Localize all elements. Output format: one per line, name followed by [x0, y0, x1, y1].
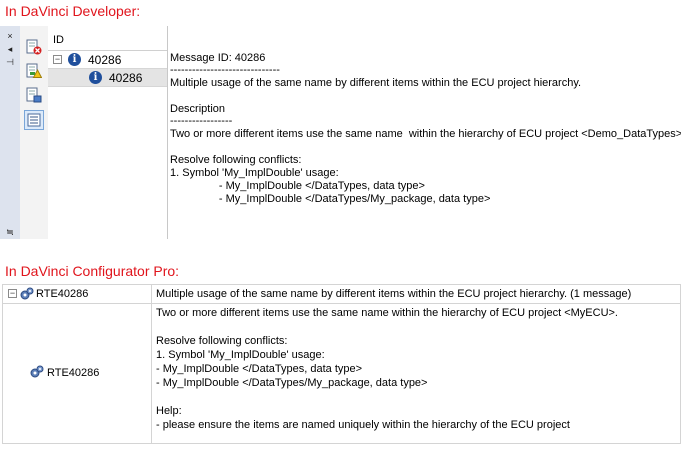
- child-resolve-heading: Resolve following conflicts:: [156, 335, 288, 347]
- detail-summary: Multiple usage of the same name by diffe…: [170, 77, 582, 89]
- detail-separator: -----------------: [170, 115, 233, 127]
- tree-node-parent[interactable]: − i 40286: [48, 51, 167, 68]
- detail-resolve-heading: Resolve following conflicts:: [170, 154, 302, 166]
- tree-node-child[interactable]: i 40286: [48, 68, 167, 87]
- pin-pane-icon[interactable]: ⊣: [0, 56, 20, 68]
- child-conflict: 1. Symbol 'My_ImplDouble' usage:: [156, 349, 325, 361]
- report-error-icon[interactable]: [26, 39, 42, 55]
- child-description: Two or more different items use the same…: [156, 307, 618, 319]
- tree-node-label: 40286: [109, 71, 143, 85]
- detail-description: Two or more different items use the same…: [170, 128, 681, 140]
- close-pane-icon[interactable]: ×: [0, 30, 20, 42]
- message-detail-pane: Message ID: 40286 ----------------------…: [168, 52, 681, 239]
- id-column-header[interactable]: ID: [48, 32, 167, 51]
- collapse-node-icon[interactable]: −: [53, 55, 62, 64]
- pane-grip-icon[interactable]: ≒: [0, 226, 20, 238]
- tree-node-label: 40286: [88, 53, 122, 67]
- detail-separator: ------------------------------: [170, 64, 280, 76]
- developer-panel: × ◂ ⊣ ≒ ID − i 40286 i 40286 Message ID:…: [0, 26, 681, 239]
- detail-conflict-item: - My_ImplDouble </DataTypes/My_package, …: [170, 193, 491, 205]
- message-toolbar: [20, 26, 49, 239]
- child-message-id[interactable]: RTE40286: [47, 367, 99, 379]
- info-icon: i: [89, 71, 102, 84]
- collapse-node-icon[interactable]: −: [8, 289, 17, 298]
- configurator-caption: In DaVinci Configurator Pro:: [5, 263, 180, 279]
- message-row[interactable]: − RTE40286 Multiple usage of the same na…: [3, 285, 680, 304]
- report-warning-icon[interactable]: [26, 63, 43, 79]
- developer-caption: In DaVinci Developer:: [5, 3, 141, 19]
- child-help-heading: Help:: [156, 405, 182, 417]
- detail-conflict-item: - My_ImplDouble </DataTypes, data type>: [170, 180, 425, 192]
- child-conflict-item: - My_ImplDouble </DataTypes/My_package, …: [156, 377, 428, 389]
- message-tree: ID − i 40286 i 40286: [48, 26, 168, 239]
- dock-strip: × ◂ ⊣ ≒: [0, 26, 21, 239]
- message-summary: Multiple usage of the same name by diffe…: [156, 288, 632, 300]
- message-id: RTE40286: [36, 288, 89, 300]
- gears-icon: [20, 287, 34, 301]
- detail-conflict: 1. Symbol 'My_ImplDouble' usage:: [170, 167, 339, 179]
- id-column-label: ID: [53, 34, 64, 46]
- child-conflict-item: - My_ImplDouble </DataTypes, data type>: [156, 363, 363, 375]
- column-divider: [151, 285, 152, 443]
- child-help-text: - please ensure the items are named uniq…: [156, 419, 570, 431]
- collapse-pane-icon[interactable]: ◂: [0, 43, 20, 55]
- message-list-icon[interactable]: [24, 110, 44, 130]
- configurator-panel: − RTE40286 Multiple usage of the same na…: [2, 284, 681, 444]
- report-check-icon[interactable]: [26, 87, 42, 103]
- info-icon: i: [68, 53, 81, 66]
- gears-icon: [30, 365, 44, 379]
